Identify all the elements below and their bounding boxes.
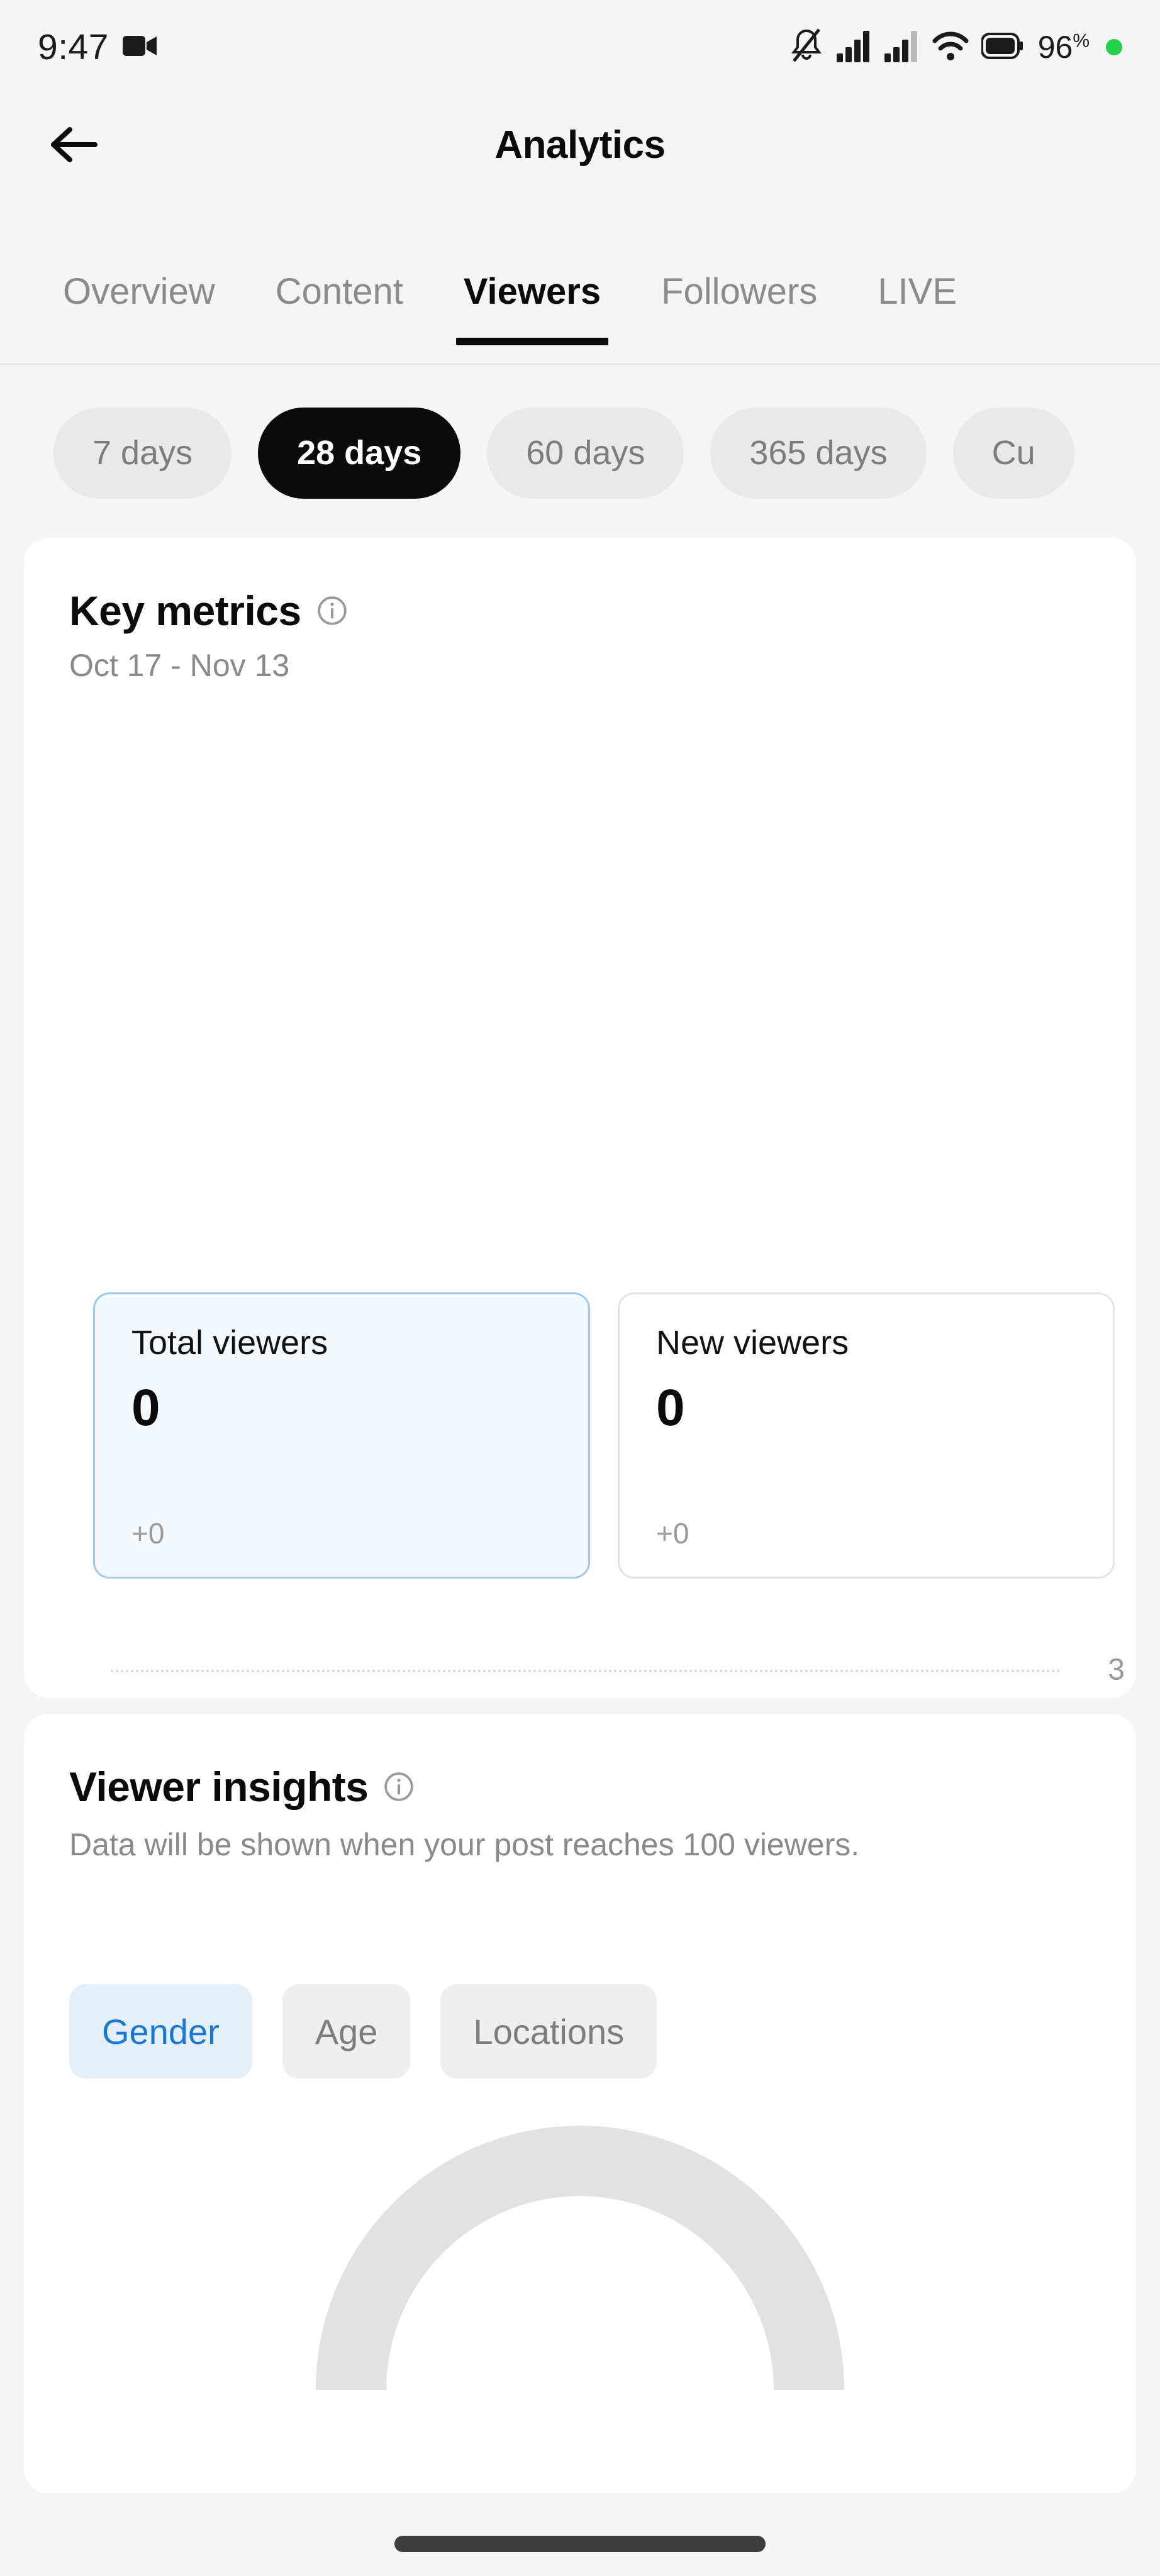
metric-label: Total viewers [131,1324,328,1362]
metric-delta: +0 [656,1517,689,1550]
signal-bars-icon [835,30,872,65]
chip-custom[interactable]: Cu [952,407,1074,499]
signal-bars-2-icon [883,30,920,65]
key-metrics-card: Key metrics Oct 17 - Nov 13 Total viewer… [24,538,1136,2086]
gridline-label-3: 3 [1108,1653,1125,1687]
tab-followers[interactable]: Followers [661,239,817,313]
key-metrics-header: Key metrics [24,538,1136,635]
key-metrics-date-range: Oct 17 - Nov 13 [69,648,290,683]
chip-365-days[interactable]: 365 days [710,407,927,499]
tab-overview[interactable]: Overview [63,239,215,313]
page-header: Analytics [0,94,1160,195]
metric-tile-total-viewers[interactable]: Total viewers 0 +0 [93,1292,590,1579]
metric-value: 0 [131,1379,160,1436]
battery-percent: 96% [1037,30,1090,65]
status-time: 9:47 [38,27,109,67]
metric-label: New viewers [656,1324,849,1362]
tab-locations[interactable]: Locations [440,1984,657,2079]
tab-age[interactable]: Age [282,1984,411,2079]
page-title: Analytics [494,123,666,167]
back-arrow-icon [51,127,98,162]
gridline-3 [111,1670,1061,1672]
status-bar-left: 9:47 [38,26,158,68]
metric-tiles: Total viewers 0 +0 New viewers 0 +0 [93,1292,1115,1579]
analytics-tabs[interactable]: Overview Content Viewers Followers LIVE [0,239,1160,365]
viewer-insights-title: Viewer insights [69,1763,369,1810]
metric-tile-new-viewers[interactable]: New viewers 0 +0 [618,1292,1115,1579]
gender-donut-placeholder [0,2126,1160,2503]
tab-viewers[interactable]: Viewers [455,239,609,345]
metric-delta: +0 [131,1517,165,1550]
recording-dot-icon [1106,39,1122,55]
metric-value: 0 [656,1379,685,1436]
battery-icon [980,32,1023,63]
donut-arc [316,2126,844,2390]
status-bar: 9:47 96% [0,0,1160,94]
viewer-insights-header: Viewer insights [24,1714,1136,1811]
date-range-chips[interactable]: 7 days 28 days 60 days 365 days Cu [0,390,1160,516]
key-metrics-title: Key metrics [69,587,301,634]
status-bar-right: 96% [789,27,1122,68]
home-indicator[interactable] [394,2536,766,2552]
info-circle-icon[interactable] [316,595,348,626]
analytics-screen: 9:47 96% Analytics Overview Content View… [0,0,1160,2576]
chip-7-days[interactable]: 7 days [53,407,232,499]
tab-live[interactable]: LIVE [878,239,957,313]
bell-muted-icon [789,27,824,68]
wifi-icon [931,30,970,65]
chip-60-days[interactable]: 60 days [487,407,684,499]
viewer-insights-description: Data will be shown when your post reache… [69,1827,860,1862]
back-button[interactable] [45,116,102,173]
tab-gender[interactable]: Gender [69,1984,252,2079]
chip-28-days[interactable]: 28 days [258,407,461,499]
info-circle-icon[interactable] [383,1771,415,1802]
bottom-system-area [0,2493,1160,2576]
video-camera-icon [122,33,158,62]
tab-content[interactable]: Content [276,239,403,313]
viewer-insights-tabs[interactable]: Gender Age Locations [69,1984,657,2079]
